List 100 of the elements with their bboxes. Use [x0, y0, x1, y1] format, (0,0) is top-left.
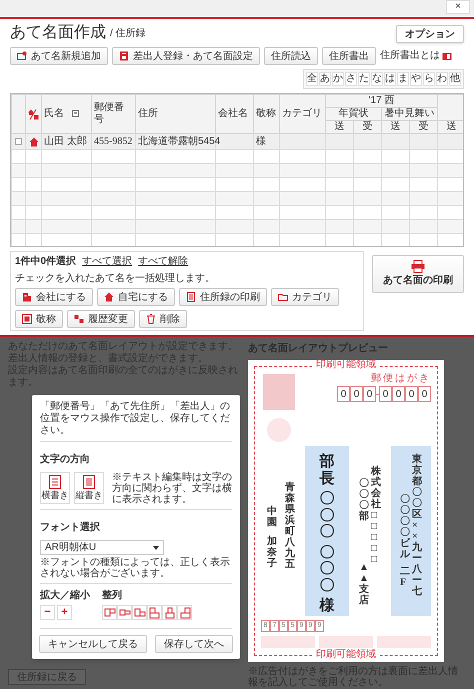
font-note: ※フォントの種類によっては、正しく表示されない場合がございます。: [40, 557, 231, 579]
kana-index-tab[interactable]: わ: [436, 72, 448, 86]
house-icon: [104, 292, 114, 302]
column-group-header: '17 西: [326, 94, 438, 108]
trash-icon: [146, 314, 156, 324]
printer-icon: [411, 260, 425, 273]
align-icon: [148, 606, 160, 618]
column-header: 受: [410, 120, 438, 134]
kana-index-tab[interactable]: ま: [397, 72, 409, 86]
batch-action-button[interactable]: 履歴変更: [67, 310, 135, 328]
align-button[interactable]: [162, 605, 177, 620]
sender-settings-button[interactable]: 差出人登録・あて名面設定: [112, 47, 260, 65]
column-group-header: 暑中見舞い: [382, 108, 438, 120]
batch-action-button[interactable]: 会社にする: [15, 288, 93, 306]
house-building-icon[interactable]: [28, 108, 39, 120]
book-icon: [442, 51, 452, 61]
align-button[interactable]: [102, 605, 117, 620]
kana-index-tab[interactable]: 全: [306, 72, 318, 86]
direction-button[interactable]: 横書き: [40, 472, 70, 504]
print-button[interactable]: あて名面の印刷: [372, 255, 464, 293]
sort-icon[interactable]: [72, 110, 79, 117]
kana-index-tab[interactable]: は: [384, 72, 396, 86]
company-name: 株式会社□□□□□: [371, 466, 381, 565]
section-heading: フォント選択: [40, 522, 100, 533]
align-button[interactable]: [177, 605, 192, 620]
section-heading: 拡大／縮小: [40, 588, 90, 603]
batch-action-button[interactable]: 自宅にする: [97, 288, 175, 306]
align-button[interactable]: [117, 605, 132, 620]
sender-address: 青森県浜町八九五: [285, 482, 295, 570]
kana-index-tab[interactable]: あ: [319, 72, 331, 86]
stamp-area: [263, 374, 295, 410]
horizontal-text-icon: [49, 475, 61, 489]
import-button[interactable]: 住所読込: [264, 47, 318, 65]
option-button[interactable]: オプション: [396, 25, 464, 43]
direction-note: ※テキスト編集時は文字の方向に関わらず、文字は横に表示されます。: [112, 472, 232, 505]
sender-name: 中園: [267, 506, 277, 528]
kana-index-tab[interactable]: ら: [423, 72, 435, 86]
batch-action-button[interactable]: 敬称: [15, 310, 63, 328]
column-header[interactable]: 氏名: [42, 94, 92, 134]
column-header[interactable]: 住所: [136, 94, 216, 134]
help-link[interactable]: 住所書出とは: [380, 51, 452, 61]
direction-button[interactable]: 縦書き: [74, 472, 104, 504]
postal-digit-box: 0: [418, 386, 431, 402]
column-header[interactable]: 郵便番号: [92, 94, 136, 134]
section-heading: 整列: [102, 588, 123, 603]
label-icon: [22, 314, 32, 324]
kana-index-tab[interactable]: か: [332, 72, 344, 86]
table-cell: 北海道帯露朝5454: [138, 136, 220, 147]
align-button[interactable]: [147, 605, 162, 620]
recipient-name: 部長: [320, 454, 334, 487]
recipient-address: 東京都〇〇区××九ー八ー七: [412, 454, 422, 597]
caret-icon: [153, 546, 159, 550]
document-icon: [119, 51, 129, 61]
column-header[interactable]: 敬称: [254, 94, 280, 134]
kana-index-tab[interactable]: や: [410, 72, 422, 86]
page-title: あて名面作成: [10, 23, 106, 43]
row-checkbox[interactable]: [15, 138, 22, 145]
align-icon: [134, 606, 146, 618]
column-header[interactable]: 会社名: [216, 94, 254, 134]
recipient-name: 様: [320, 598, 334, 614]
batch-action-button[interactable]: カテゴリ: [271, 288, 339, 306]
font-select[interactable]: AR明朝体U: [40, 540, 164, 555]
batch-action-button[interactable]: 削除: [139, 310, 187, 328]
kana-index-tab[interactable]: 他: [449, 72, 461, 86]
postmark-area: [267, 418, 291, 442]
postal-digit-box: 0: [392, 386, 405, 402]
add-address-button[interactable]: あて名新規追加: [10, 47, 108, 65]
postcard-label: 郵便はがき: [371, 374, 431, 384]
column-group-header: 年賀状: [326, 108, 382, 120]
export-button[interactable]: 住所書出: [322, 47, 376, 65]
save-button[interactable]: 保存して次へ: [155, 635, 233, 653]
align-icon: [164, 606, 176, 618]
kana-index-tab[interactable]: た: [358, 72, 370, 86]
swap-icon: [74, 314, 84, 324]
section-heading: 文字の方向: [40, 454, 90, 465]
kana-index-tab[interactable]: な: [371, 72, 383, 86]
ad-area: [319, 636, 373, 648]
column-header[interactable]: カテゴリ: [280, 94, 326, 134]
batch-action-button[interactable]: 住所録の印刷: [179, 288, 267, 306]
ad-area: [261, 636, 315, 648]
selection-status: 1件中0件選択: [15, 254, 76, 269]
vertical-text-icon: [83, 475, 95, 489]
align-icon: [178, 606, 190, 618]
kana-index-tab[interactable]: さ: [345, 72, 357, 86]
cancel-button[interactable]: キャンセルして戻る: [39, 635, 147, 653]
house-icon: [28, 136, 38, 146]
selection-link[interactable]: すべて選択: [82, 254, 132, 269]
area-label: 印刷可能領域: [312, 650, 380, 660]
ad-area: [377, 636, 431, 648]
selection-link[interactable]: すべて解除: [138, 254, 188, 269]
zoom-button[interactable]: −: [40, 605, 55, 620]
zoom-button[interactable]: +: [57, 605, 72, 620]
align-icon: [104, 606, 116, 618]
align-button[interactable]: [132, 605, 147, 620]
table-cell: 様: [256, 136, 266, 147]
postal-digit-box: 0: [350, 386, 363, 402]
sender-name: 加奈子: [267, 536, 277, 569]
close-button[interactable]: ×: [446, 0, 470, 14]
table-cell: 山田 太郎: [44, 136, 87, 147]
recipient-name: 〇〇〇: [320, 491, 334, 540]
